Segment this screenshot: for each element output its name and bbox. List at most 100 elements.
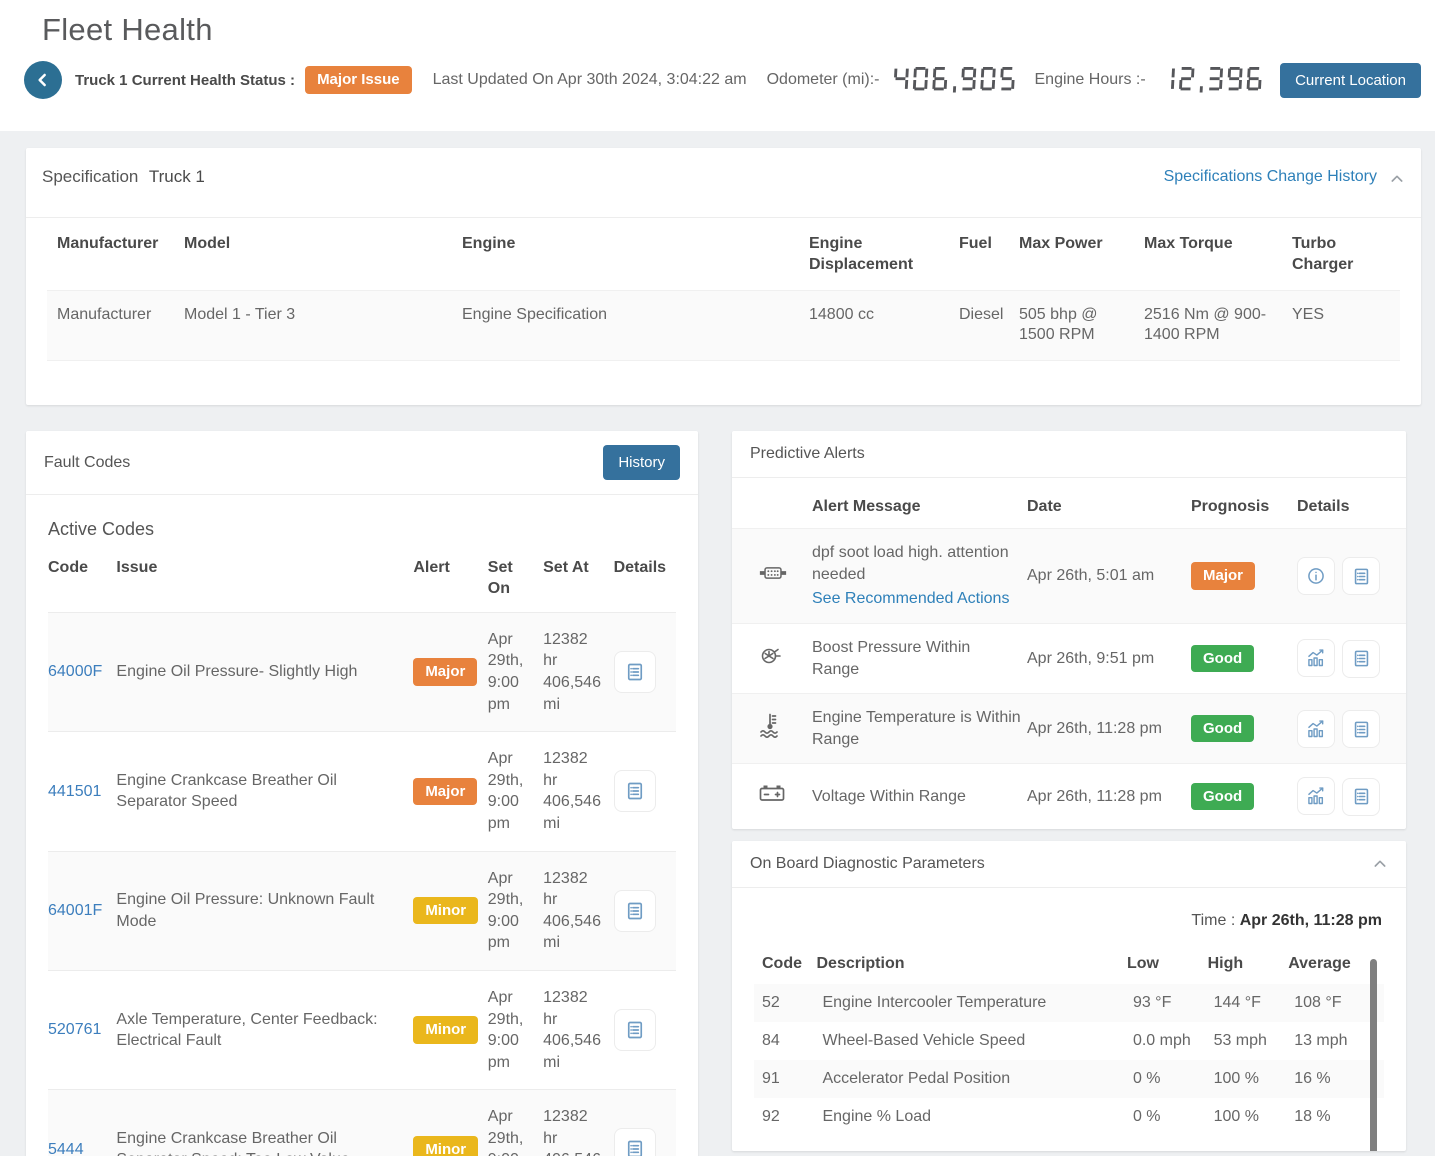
fault-issue: Engine Oil Pressure: Unknown Fault Mode: [116, 851, 413, 970]
obd-low: 0 %: [1127, 1098, 1208, 1136]
collapse-chevron-up-icon[interactable]: [1372, 856, 1388, 872]
collapse-chevron-up-icon[interactable]: [1389, 171, 1405, 187]
details-button[interactable]: [1342, 640, 1380, 678]
fault-issue: Engine Oil Pressure- Slightly High: [116, 612, 413, 731]
obd-row: 91 Accelerator Pedal Position 0 % 100 % …: [754, 1060, 1384, 1098]
column-header-issue: Issue: [116, 548, 413, 612]
fault-codes-header-row: Code Issue Alert Set On Set At Details: [48, 548, 676, 612]
fault-codes-title: Fault Codes: [44, 454, 130, 472]
fault-set-at: 12382 hr 406,546 mi: [543, 732, 613, 851]
current-location-button[interactable]: Current Location: [1280, 63, 1421, 98]
fault-codes-header: Fault Codes History: [26, 431, 698, 495]
prognosis-badge: Good: [1191, 645, 1254, 672]
spec-max-torque: 2516 Nm @ 900-1400 RPM: [1144, 290, 1292, 361]
specification-panel: Specification Truck 1 Specifications Cha…: [26, 148, 1421, 405]
details-button[interactable]: [614, 890, 656, 932]
list-icon: [1352, 649, 1371, 668]
predictive-alerts-title: Predictive Alerts: [750, 445, 865, 463]
fault-codes-panel: Fault Codes History Active Codes Code Is…: [26, 431, 698, 1156]
back-button[interactable]: [24, 61, 62, 99]
prognosis-badge: Major: [1191, 562, 1255, 589]
fault-code-link[interactable]: 64001F: [48, 902, 102, 919]
fault-code-row: 64001F Engine Oil Pressure: Unknown Faul…: [48, 851, 676, 970]
obd-parameters-panel: On Board Diagnostic Parameters Time : Ap…: [732, 841, 1406, 1151]
specifications-change-history-link[interactable]: Specifications Change History: [1164, 168, 1377, 186]
column-header-alert: Alert: [413, 548, 487, 612]
truck-status-label: Truck 1 Current Health Status :: [75, 72, 295, 89]
chart-icon: [1306, 786, 1326, 806]
obd-time-row: Time : Apr 26th, 11:28 pm: [754, 888, 1384, 946]
dpf-filter-icon: [758, 563, 788, 583]
trend-chart-button[interactable]: [1297, 639, 1335, 677]
obd-title: On Board Diagnostic Parameters: [750, 855, 985, 873]
column-header-code: Code: [48, 548, 116, 612]
fault-set-at: 12382 hr 406,546 mi: [543, 970, 613, 1089]
info-button[interactable]: [1297, 557, 1335, 595]
details-button[interactable]: [614, 1009, 656, 1051]
specification-header-row: Manufacturer Model Engine Engine Displac…: [47, 218, 1400, 290]
alert-date: Apr 26th, 9:51 pm: [1027, 623, 1191, 693]
fault-set-on: Apr 29th, 9:00 pm: [488, 851, 543, 970]
details-button[interactable]: [1342, 557, 1380, 595]
spec-max-power: 505 bhp @ 1500 RPM: [1019, 290, 1144, 361]
obd-high: 144 °F: [1208, 984, 1289, 1022]
engine-hours-label: Engine Hours :-: [1035, 71, 1146, 89]
fault-issue: Engine Crankcase Breather Oil Separator …: [116, 1090, 413, 1156]
column-header-prognosis: Prognosis: [1191, 482, 1297, 529]
obd-row: 52 Engine Intercooler Temperature 93 °F …: [754, 984, 1384, 1022]
fault-set-at: 12382 hr 406,546 mi: [543, 851, 613, 970]
spec-model: Model 1 - Tier 3: [184, 290, 462, 361]
spec-turbo-charger: YES: [1292, 290, 1400, 361]
details-button[interactable]: [614, 770, 656, 812]
details-button[interactable]: [614, 1128, 656, 1156]
odometer-value: [892, 67, 1023, 93]
spec-engine-displacement: 14800 cc: [809, 290, 959, 361]
obd-code: 91: [754, 1060, 816, 1098]
alert-message: Boost Pressure Within Range: [812, 623, 1027, 693]
chevron-left-icon: [33, 70, 53, 90]
obd-description: Engine % Load: [816, 1098, 1126, 1136]
spec-bottom-pad: [26, 361, 1421, 405]
turbocharger-icon: [758, 643, 782, 667]
see-recommended-actions-link[interactable]: See Recommended Actions: [812, 588, 1009, 610]
trend-chart-button[interactable]: [1297, 710, 1335, 748]
obd-low: 93 °F: [1127, 984, 1208, 1022]
predictive-alert-row: Engine Temperature is Within Range Apr 2…: [732, 694, 1406, 764]
top-header: Fleet Health Truck 1 Current Health Stat…: [0, 0, 1435, 131]
column-header-description: Description: [816, 946, 1126, 984]
prognosis-badge: Good: [1191, 783, 1254, 810]
obd-description: Accelerator Pedal Position: [816, 1060, 1126, 1098]
column-header-set-on: Set On: [488, 548, 543, 612]
details-button[interactable]: [614, 651, 656, 693]
fault-codes-body: Active Codes Code Issue Alert Set On Set…: [26, 495, 698, 1156]
obd-row: 84 Wheel-Based Vehicle Speed 0.0 mph 53 …: [754, 1022, 1384, 1060]
trend-chart-button[interactable]: [1297, 777, 1335, 815]
obd-description: Wheel-Based Vehicle Speed: [816, 1022, 1126, 1060]
obd-code: 52: [754, 984, 816, 1022]
specification-row: Manufacturer Model 1 - Tier 3 Engine Spe…: [47, 290, 1400, 361]
history-button[interactable]: History: [603, 445, 680, 480]
column-header-engine: Engine: [462, 218, 809, 290]
status-row: Truck 1 Current Health Status : Major Is…: [0, 61, 1435, 99]
column-header-max-torque: Max Torque: [1144, 218, 1292, 290]
details-button[interactable]: [1342, 710, 1380, 748]
obd-header: On Board Diagnostic Parameters: [732, 841, 1406, 888]
obd-description: Engine Intercooler Temperature: [816, 984, 1126, 1022]
column-header-date: Date: [1027, 482, 1191, 529]
obd-scrollbar[interactable]: [1370, 959, 1377, 1151]
spec-manufacturer: Manufacturer: [47, 290, 184, 361]
fault-set-on: Apr 29th, 9:00 pm: [488, 612, 543, 731]
fault-code-link[interactable]: 520761: [48, 1021, 101, 1038]
details-button[interactable]: [1342, 778, 1380, 816]
predictive-alerts-panel: Predictive Alerts Alert Message Date Pro…: [732, 431, 1406, 829]
battery-icon: [758, 783, 786, 803]
fault-code-link[interactable]: 441501: [48, 783, 101, 800]
alert-badge: Minor: [413, 1136, 478, 1156]
fault-code-row: 64000F Engine Oil Pressure- Slightly Hig…: [48, 612, 676, 731]
alert-date: Apr 26th, 11:28 pm: [1027, 694, 1191, 764]
fault-set-on: Apr 29th, 9:00 pm: [488, 970, 543, 1089]
engine-temperature-icon: [758, 712, 782, 738]
obd-table: Code Description Low High Average 52 Eng…: [754, 946, 1384, 1136]
fault-code-link[interactable]: 5444: [48, 1141, 84, 1156]
fault-code-link[interactable]: 64000F: [48, 663, 102, 680]
